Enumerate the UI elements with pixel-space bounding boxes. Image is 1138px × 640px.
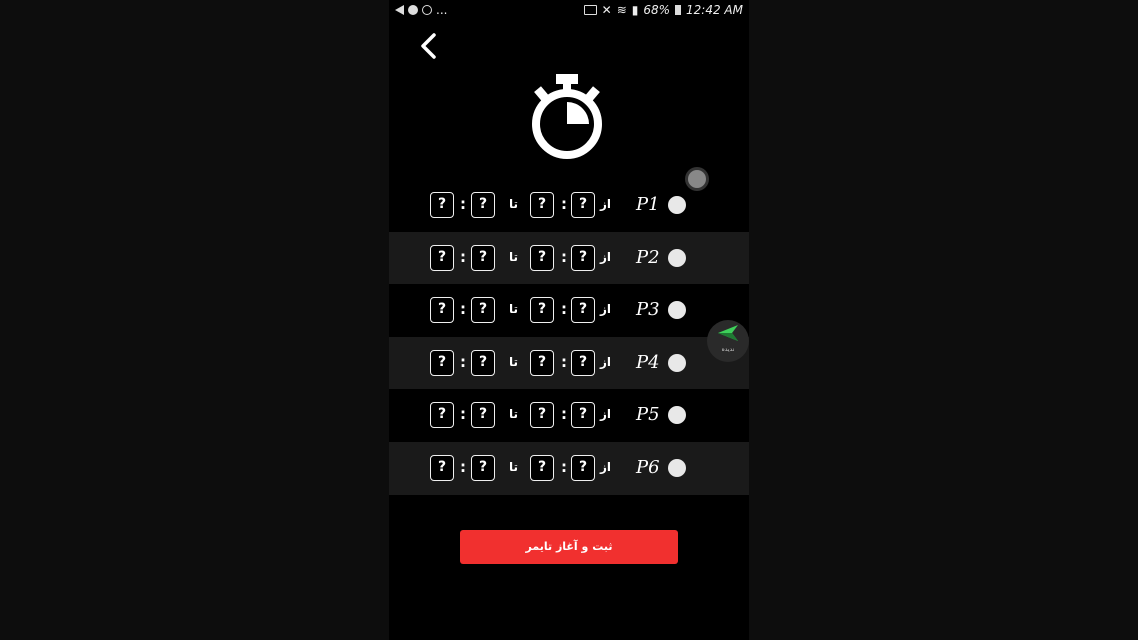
to-label: تا	[509, 407, 519, 422]
phone-screen: ... ✕ ≋ ▮ 68% 12:42 AM ????:: تا از P1????:…	[389, 0, 749, 640]
send-notification-icon	[395, 5, 404, 15]
period-label: P6	[636, 456, 660, 478]
period-radio[interactable]	[668, 406, 686, 425]
time-field[interactable]: ?	[571, 349, 595, 376]
period-radio[interactable]	[668, 353, 686, 372]
telegram-icon	[408, 5, 418, 15]
video-letterbox-right	[749, 0, 1138, 640]
from-label: از	[600, 407, 612, 422]
time-field[interactable]: ?	[471, 297, 495, 324]
time-separator: :	[561, 457, 567, 476]
clock: 12:42 AM	[686, 3, 743, 17]
to-label: تا	[509, 197, 519, 211]
time-separator: :	[460, 352, 466, 371]
time-separator: :	[561, 300, 567, 319]
period-radio[interactable]	[668, 301, 686, 320]
wifi-icon: ≋	[616, 3, 627, 17]
time-field[interactable]: ?	[571, 454, 595, 481]
to-label: تا	[509, 354, 519, 369]
time-range-row: ????:: تا از P2	[389, 231, 749, 285]
battery-percent: 68%	[643, 3, 671, 17]
mute-icon: ✕	[601, 3, 612, 17]
from-label: از	[600, 249, 612, 264]
time-separator: :	[561, 405, 567, 424]
from-label: از	[600, 459, 612, 474]
to-label: تا	[509, 302, 519, 317]
compass-icon	[422, 5, 432, 15]
status-bar: ... ✕ ≋ ▮ 68% 12:42 AM	[389, 0, 749, 22]
time-field[interactable]: ?	[471, 244, 495, 271]
time-separator: :	[561, 352, 567, 371]
period-label: P1	[636, 194, 660, 215]
from-label: از	[600, 302, 612, 317]
submit-start-timer-button[interactable]: ثبت و آغاز تایمر	[460, 530, 678, 564]
time-field[interactable]: ?	[571, 192, 595, 218]
time-separator: :	[460, 300, 466, 319]
time-separator: :	[460, 405, 466, 424]
time-separator: :	[460, 457, 466, 476]
video-letterbox-left	[0, 0, 389, 640]
time-field[interactable]: ?	[430, 349, 454, 376]
time-field[interactable]: ?	[571, 297, 595, 324]
from-label: از	[600, 354, 612, 369]
time-field[interactable]: ?	[430, 244, 454, 271]
time-range-row: ????:: تا از P5	[389, 389, 749, 442]
battery-icon	[675, 5, 682, 15]
period-radio[interactable]	[668, 248, 686, 267]
time-separator: :	[460, 195, 466, 213]
period-label: P4	[636, 351, 660, 373]
to-label: تا	[509, 249, 519, 264]
time-field[interactable]: ?	[471, 402, 495, 429]
time-separator: :	[561, 247, 567, 266]
back-button[interactable]	[417, 32, 441, 60]
floating-button-label: ندیده	[721, 346, 735, 353]
time-field[interactable]: ?	[530, 244, 554, 271]
time-field[interactable]: ?	[571, 402, 595, 429]
time-field[interactable]: ?	[471, 454, 495, 481]
stopwatch-icon	[529, 70, 609, 164]
signal-icon: ▮	[631, 3, 639, 17]
chevron-left-icon	[421, 33, 436, 59]
period-radio[interactable]	[668, 196, 686, 214]
time-range-row: ????:: تا از P3	[389, 284, 749, 337]
period-label: P5	[636, 404, 660, 426]
time-range-row: ????:: تا از P1	[389, 179, 749, 232]
time-field[interactable]: ?	[471, 192, 495, 218]
time-field[interactable]: ?	[530, 192, 554, 218]
time-field[interactable]: ?	[530, 454, 554, 481]
from-label: از	[600, 197, 612, 211]
time-field[interactable]: ?	[430, 192, 454, 218]
time-ranges-list: ????:: تا از P1????:: تا از P2????:: تا از P3????…	[389, 179, 749, 495]
time-separator: :	[561, 195, 567, 213]
period-label: P3	[636, 299, 660, 321]
period-label: P2	[636, 246, 660, 268]
send-arrow-icon	[718, 325, 738, 341]
time-field[interactable]: ?	[571, 244, 595, 271]
period-radio[interactable]	[668, 458, 686, 477]
time-field[interactable]: ?	[430, 297, 454, 324]
time-field[interactable]: ?	[530, 349, 554, 376]
floating-action-button[interactable]: ندیده	[707, 320, 749, 362]
to-label: تا	[509, 459, 519, 474]
time-field[interactable]: ?	[430, 402, 454, 429]
time-field[interactable]: ?	[471, 349, 495, 376]
cast-icon	[583, 5, 597, 15]
time-field[interactable]: ?	[530, 297, 554, 324]
time-field[interactable]: ?	[430, 454, 454, 481]
time-separator: :	[460, 247, 466, 266]
time-range-row: ????:: تا از P4	[389, 336, 749, 390]
time-range-row: ????:: تا از P6	[389, 441, 749, 495]
more-notifications: ...	[436, 3, 448, 17]
time-field[interactable]: ?	[530, 402, 554, 429]
